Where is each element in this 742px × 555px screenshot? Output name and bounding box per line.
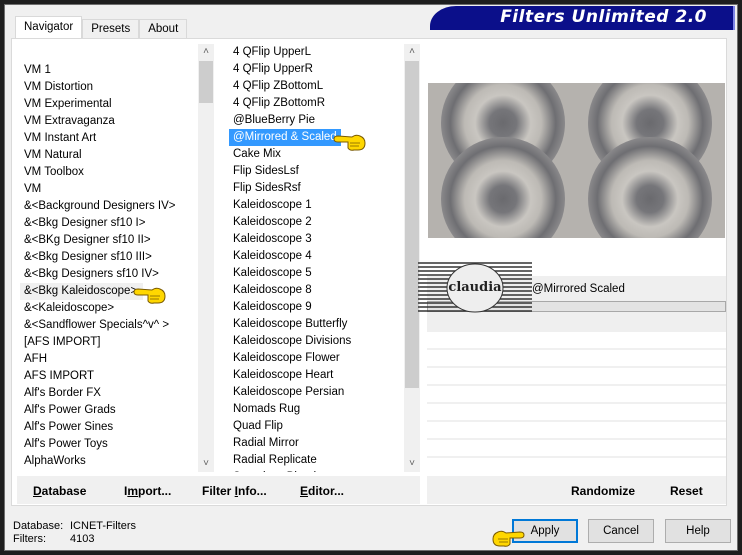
category-scrollbar[interactable]: ˄ ˅ (198, 44, 214, 472)
help-button[interactable]: Help (665, 519, 731, 543)
list-item[interactable]: Kaleidoscope Flower (229, 350, 404, 367)
category-list[interactable]: VM 1 VM Distortion VM Experimental VM Extra… (20, 44, 198, 472)
database-label: Database: (13, 520, 64, 532)
list-item[interactable]: &<Kaleidoscope> (20, 300, 198, 317)
list-item[interactable]: &<Bkg Designers sf10 IV> (20, 266, 198, 283)
parameter-area (427, 348, 726, 474)
chevron-up-icon[interactable]: ˄ (198, 44, 214, 60)
list-item[interactable]: &<Bkg Designer sf10 I> (20, 215, 198, 232)
claudia-logo: claudia (418, 262, 532, 313)
chevron-down-icon[interactable]: ˅ (198, 456, 214, 472)
list-item[interactable]: Flip SidesRsf (229, 180, 404, 197)
list-item[interactable]: @BlueBerry Pie (229, 112, 404, 129)
list-item[interactable]: Kaleidoscope 9 (229, 299, 404, 316)
list-item[interactable]: &<BKg Designer sf10 II> (20, 232, 198, 249)
list-item[interactable]: Quad Flip (229, 418, 404, 435)
list-item[interactable]: Alf's Power Sines (20, 419, 198, 436)
app-title: Filters Unlimited 2.0 (500, 7, 707, 27)
list-item[interactable]: Kaleidoscope Persian (229, 384, 404, 401)
list-item[interactable]: VM Experimental (20, 96, 198, 113)
tab-presets[interactable]: Presets (82, 19, 140, 39)
chevron-down-icon[interactable]: ˅ (404, 456, 420, 472)
pointing-hand-icon (333, 134, 366, 151)
filter-list[interactable]: 4 QFlip UpperL 4 QFlip UpperR 4 QFlip ZBot… (229, 44, 404, 472)
list-item[interactable]: @Mirrored & Scaled (229, 129, 341, 146)
editor-button[interactable]: Editor... (300, 484, 344, 498)
title-banner: Filters Unlimited 2.0 (430, 6, 735, 30)
list-item[interactable]: VM Distortion (20, 79, 198, 96)
list-item[interactable]: Flip SidesLsf (229, 163, 404, 180)
list-item[interactable]: Kaleidoscope Divisions (229, 333, 404, 350)
list-item[interactable]: &<Background Designers IV> (20, 198, 198, 215)
list-item[interactable]: Kaleidoscope 4 (229, 248, 404, 265)
database-value: ICNET-Filters (70, 520, 136, 532)
list-item[interactable]: Kaleidoscope 8 (229, 282, 404, 299)
list-item[interactable]: Andrew's Filter Collection 55 (20, 470, 198, 472)
current-filter-name: @Mirrored Scaled (532, 283, 625, 295)
list-item[interactable]: VM Toolbox (20, 164, 198, 181)
list-item[interactable]: Radial Replicate (229, 452, 404, 469)
list-item[interactable]: AlphaWorks (20, 453, 198, 470)
navigator-button-bar: Database Import... Filter Info... Editor… (17, 476, 420, 504)
filters-value: 4103 (70, 533, 95, 545)
list-item[interactable]: Alf's Power Grads (20, 402, 198, 419)
tab-navigator[interactable]: Navigator (15, 16, 83, 39)
pointing-hand-icon (492, 530, 525, 547)
list-item[interactable]: Alf's Power Toys (20, 436, 198, 453)
list-item[interactable]: Nomads Rug (229, 401, 404, 418)
list-item[interactable]: VM Extravaganza (20, 113, 198, 130)
filters-label: Filters: (13, 533, 46, 545)
database-status: Database: ICNET-Filters (13, 520, 136, 532)
list-item[interactable]: &<Bkg Kaleidoscope> (20, 283, 144, 300)
chevron-up-icon[interactable]: ˄ (404, 44, 420, 60)
list-item[interactable]: Kaleidoscope Butterfly (229, 316, 404, 333)
tab-about[interactable]: About (139, 19, 188, 39)
list-item[interactable]: Alf's Border FX (20, 385, 198, 402)
filter-count-status: Filters: 4103 (13, 533, 94, 545)
list-item[interactable]: Kaleidoscope Heart (229, 367, 404, 384)
banner-edge (733, 6, 735, 30)
list-item[interactable]: Kaleidoscope 3 (229, 231, 404, 248)
list-item[interactable]: Kaleidoscope 5 (229, 265, 404, 282)
list-item[interactable]: &<Bkg Designer sf10 III> (20, 249, 198, 266)
filter-scroll-thumb[interactable] (405, 61, 419, 388)
list-item[interactable]: VM Instant Art (20, 130, 198, 147)
reset-button[interactable]: Reset (670, 484, 703, 498)
import-button[interactable]: Import... (124, 484, 171, 498)
filter-info-button[interactable]: Filter Info... (202, 484, 267, 498)
list-item[interactable]: &<Sandflower Specials^v^ > (20, 317, 198, 334)
list-item[interactable]: AFH (20, 351, 198, 368)
list-item[interactable]: 4 QFlip UpperR (229, 61, 404, 78)
category-scroll-thumb[interactable] (199, 61, 213, 103)
filter-scrollbar[interactable]: ˄ ˅ (404, 44, 420, 472)
svg-text:claudia: claudia (448, 280, 502, 295)
database-button[interactable]: Database (33, 484, 86, 498)
list-item[interactable]: Cake Mix (229, 146, 404, 163)
list-item[interactable]: Radial Mirror (229, 435, 404, 452)
list-item[interactable]: Kaleidoscope 2 (229, 214, 404, 231)
pointing-hand-icon (133, 287, 166, 304)
list-item[interactable]: 4 QFlip UpperL (229, 44, 404, 61)
list-item[interactable]: AFS IMPORT (20, 368, 198, 385)
cancel-button[interactable]: Cancel (588, 519, 654, 543)
filter-preview-image (428, 83, 725, 238)
list-item[interactable]: VM (20, 181, 198, 198)
tab-bar: Navigator Presets About (15, 16, 188, 39)
list-item[interactable]: VM Natural (20, 147, 198, 164)
list-item[interactable]: VM 1 (20, 62, 198, 79)
list-item[interactable]: Seamless Blend (229, 469, 404, 472)
randomize-button[interactable]: Randomize (571, 484, 635, 498)
list-item[interactable]: 4 QFlip ZBottomL (229, 78, 404, 95)
list-item[interactable]: Kaleidoscope 1 (229, 197, 404, 214)
list-item[interactable]: [AFS IMPORT] (20, 334, 198, 351)
list-item[interactable]: 4 QFlip ZBottomR (229, 95, 404, 112)
preview-button-bar: Randomize Reset (427, 476, 726, 504)
